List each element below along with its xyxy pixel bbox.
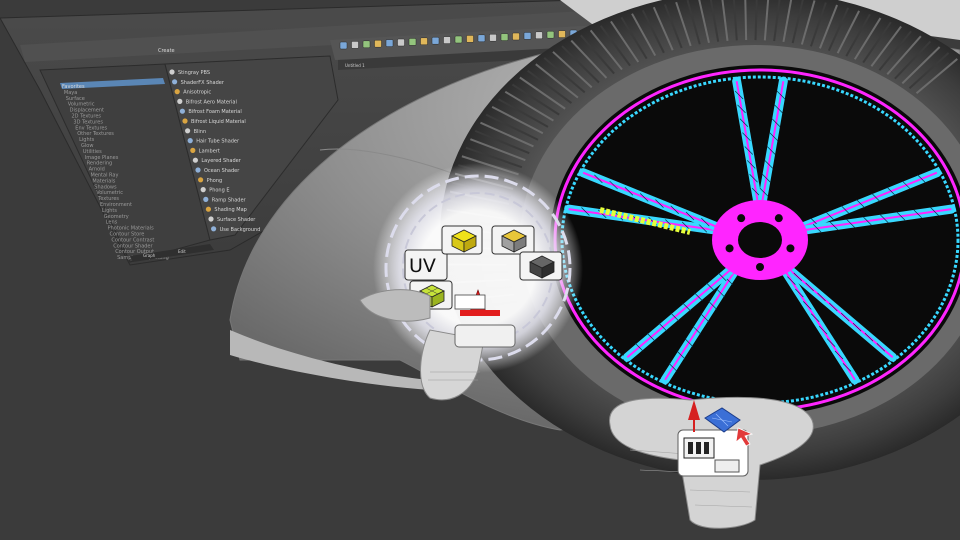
shader-swatch-icon <box>182 118 188 124</box>
shader-item[interactable]: Surface Shader <box>217 217 256 223</box>
shader-swatch-icon <box>187 138 193 144</box>
3d-viewport-scene[interactable]: Create FavoritesMayaSurfaceVolumetricDis… <box>0 0 960 540</box>
lug-nut <box>756 263 764 271</box>
object-select-button[interactable] <box>491 225 535 255</box>
pivot-tool-icon[interactable] <box>714 459 740 473</box>
shader-item[interactable]: Phong E <box>209 188 229 194</box>
shader-item[interactable]: Bifrost Foam Material <box>188 109 241 115</box>
scale-tool-icon[interactable] <box>683 437 715 459</box>
shader-item[interactable]: Blinn <box>194 129 207 135</box>
toolbar-button-icon[interactable] <box>454 35 463 44</box>
toolbar-button-icon[interactable] <box>351 41 359 49</box>
shader-item[interactable]: Phong <box>207 178 223 184</box>
toolbar-button-icon[interactable] <box>477 34 486 43</box>
toolbar-button-icon[interactable] <box>535 31 543 40</box>
shader-item[interactable]: Bifrost Aero Material <box>186 99 237 105</box>
shader-item[interactable]: Bifrost Liquid Material <box>191 119 246 125</box>
toolbar-button-icon[interactable] <box>362 40 371 49</box>
lug-nut <box>786 244 795 253</box>
lug-nut <box>725 244 734 253</box>
shader-swatch-icon <box>198 177 204 183</box>
shader-swatch-icon <box>195 167 201 173</box>
shader-item[interactable]: Ocean Shader <box>204 168 240 174</box>
toolbar-button-icon[interactable] <box>339 41 348 50</box>
toolbar-button-icon[interactable] <box>500 33 509 41</box>
shader-swatch-icon <box>211 226 217 232</box>
shader-swatch-icon <box>208 216 214 222</box>
shader-swatch-icon <box>190 147 196 153</box>
viewport-tab[interactable]: Untitled 1 <box>345 63 365 68</box>
shader-swatch-icon <box>169 69 175 75</box>
shader-item[interactable]: Anisotropic <box>183 90 211 96</box>
shader-swatch-icon <box>177 98 183 104</box>
toolbar-button-icon[interactable] <box>523 32 532 40</box>
toolbar-button-icon[interactable] <box>431 36 440 45</box>
shader-item[interactable]: ShaderFX Shader <box>181 80 225 86</box>
lug-nut <box>737 214 746 223</box>
shader-swatch-icon <box>172 79 178 85</box>
shader-swatch-icon <box>205 206 211 212</box>
toolbar-button-icon[interactable] <box>546 30 555 39</box>
toolbar-button-icon[interactable] <box>385 39 394 47</box>
shader-item[interactable]: Lambert <box>199 148 220 154</box>
face-select-button[interactable] <box>441 225 483 255</box>
shader-item[interactable]: Ramp Shader <box>212 197 247 203</box>
shaded-mode-button[interactable] <box>519 251 563 281</box>
edit-button[interactable]: Edit <box>178 249 186 254</box>
toolbar-button-icon[interactable] <box>420 37 428 46</box>
shader-swatch-icon <box>174 89 180 95</box>
shader-swatch-icon <box>192 157 198 163</box>
toolbar-button-icon[interactable] <box>466 35 474 43</box>
toolbar-button-icon[interactable] <box>443 36 451 44</box>
shader-swatch-icon <box>179 108 185 114</box>
shader-swatch-icon <box>185 128 191 134</box>
uv-mode-label: UV <box>409 255 436 277</box>
toolbar-button-icon[interactable] <box>408 38 417 46</box>
toolbar-button-icon[interactable] <box>374 39 382 48</box>
shader-item[interactable]: Stingray PBS <box>178 70 210 76</box>
shader-item[interactable]: Layered Shader <box>201 158 241 164</box>
toolbar-button-icon[interactable] <box>489 33 497 42</box>
shader-item[interactable]: Shading Map <box>214 207 246 213</box>
shader-item[interactable]: Hair Tube Shader <box>196 139 240 145</box>
shader-item[interactable]: Use Background <box>220 227 261 233</box>
hypershade-create-tab[interactable]: Create <box>158 48 175 54</box>
shader-swatch-icon <box>200 187 206 193</box>
lug-nut <box>774 214 783 223</box>
left-controller-icons <box>454 324 516 348</box>
toolbar-button-icon[interactable] <box>397 38 405 47</box>
toolbar-button-icon[interactable] <box>558 30 566 38</box>
graph-button[interactable]: Graph <box>143 253 156 258</box>
shader-swatch-icon <box>203 196 209 202</box>
toolbar-button-icon[interactable] <box>512 32 520 41</box>
